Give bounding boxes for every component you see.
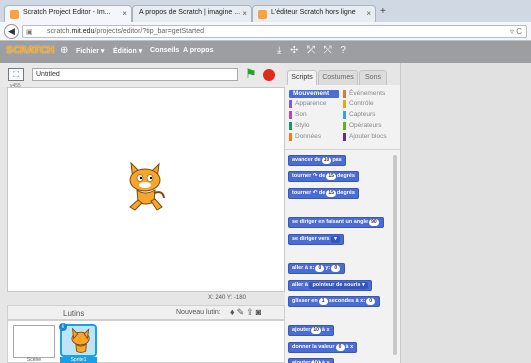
- stage-thumbnail[interactable]: [13, 325, 55, 358]
- new-sprite-icons[interactable]: ♦✎⇪◙: [230, 307, 263, 318]
- green-flag-icon[interactable]: ⚑: [245, 66, 257, 82]
- block-go-to[interactable]: aller à pointeur de souris ▾: [288, 280, 372, 291]
- block-turn-right[interactable]: tourner ↷ de 15 degrés: [288, 171, 359, 182]
- stage[interactable]: [7, 87, 285, 292]
- mouse-coordinates: X: 240 Y: -180: [208, 295, 246, 301]
- url-host: mit.edu: [71, 28, 95, 35]
- palette-scrollbar[interactable]: [393, 155, 397, 355]
- browser-toolbar: ◀ ▣ scratch.mit.edu/projects/editor/?tip…: [0, 22, 531, 41]
- stop-icon[interactable]: [263, 69, 275, 81]
- scratch-logo[interactable]: SCRATCH: [6, 45, 55, 56]
- tab-label: L'éditeur Scratch hors ligne: [271, 9, 356, 16]
- category-pen[interactable]: Stylo: [289, 122, 309, 130]
- url-prefix: scratch.: [47, 28, 72, 35]
- tab-sounds[interactable]: Sons: [359, 70, 387, 85]
- camera-icon[interactable]: ◙: [256, 307, 263, 317]
- address-bar[interactable]: ▣ scratch.mit.edu/projects/editor/?tip_b…: [22, 25, 527, 38]
- sprite-list: Scène i Sprite1: [7, 320, 285, 363]
- menu-edit[interactable]: Édition ▾: [113, 47, 142, 55]
- reload-icon[interactable]: ▿ C: [510, 26, 522, 37]
- category-more-blocks[interactable]: Ajouter blocs: [343, 133, 387, 141]
- stage-header: ⛶ v455 ⚑: [0, 63, 285, 89]
- scratch-cat-sprite[interactable]: [121, 160, 167, 212]
- new-sprite-label: Nouveau lutin:: [176, 309, 221, 316]
- scripts-area[interactable]: [400, 63, 531, 363]
- sprite-info-icon[interactable]: i: [59, 323, 67, 331]
- menu-about[interactable]: A propos: [183, 47, 213, 54]
- block-point-in-direction[interactable]: se diriger en faisant un angle 90: [288, 217, 384, 228]
- tab-costumes[interactable]: Costumes: [318, 70, 358, 85]
- block-move-steps[interactable]: avancer de 10 pas: [288, 155, 346, 166]
- block-palette: avancer de 10 pas tourner ↷ de 15 degrés tou…: [285, 150, 400, 363]
- block-change-y[interactable]: ajouter 10 à y: [288, 358, 334, 363]
- sprite1-label: Sprite1: [60, 357, 97, 363]
- sprites-title: Lutins: [63, 309, 85, 318]
- sprites-header: Lutins Nouveau lutin: ♦✎⇪◙: [7, 305, 285, 320]
- close-tab-icon[interactable]: ×: [366, 9, 371, 18]
- menu-file[interactable]: Fichier ▾: [76, 47, 104, 55]
- block-change-x[interactable]: ajouter 10 à x: [288, 325, 334, 336]
- tab-label: A propos de Scratch | imagine ...: [139, 9, 241, 16]
- close-tab-icon[interactable]: ×: [242, 9, 247, 18]
- tab-label: Scratch Project Editor - Im...: [23, 9, 111, 16]
- scratch-menubar: SCRATCH ⊕ Fichier ▾ Édition ▾ Conseils A…: [0, 41, 531, 63]
- category-sensing[interactable]: Capteurs: [343, 111, 375, 119]
- choose-sprite-icon[interactable]: ♦: [230, 307, 237, 317]
- block-categories: Mouvement Événements Apparence Contrôle …: [285, 85, 400, 150]
- browser-tab-offline-editor[interactable]: L'éditeur Scratch hors ligne ×: [252, 5, 376, 22]
- close-tab-icon[interactable]: ×: [122, 9, 127, 18]
- menu-tips[interactable]: Conseils: [150, 47, 179, 54]
- back-button[interactable]: ◀: [4, 24, 19, 39]
- site-info-icon[interactable]: ▣: [26, 27, 33, 38]
- paint-sprite-icon[interactable]: ✎: [237, 307, 247, 317]
- scratch-favicon-icon: [10, 10, 19, 19]
- sprite-thumbnail-cat-icon: [71, 327, 90, 353]
- upload-sprite-icon[interactable]: ⇪: [246, 307, 256, 317]
- category-operators[interactable]: Opérateurs: [343, 122, 382, 130]
- block-set-x[interactable]: donner la valeur 0 à x: [288, 342, 358, 353]
- category-events[interactable]: Événements: [343, 90, 385, 98]
- sprite-tools-icons[interactable]: ⤓ ✣ ⤱ ⤲ ?: [277, 45, 349, 56]
- browser-tab-about[interactable]: A propos de Scratch | imagine ... ×: [132, 5, 252, 22]
- block-go-to-xy[interactable]: aller à x: 0 y: 0: [288, 263, 346, 274]
- browser-tab-bar: Scratch Project Editor - Im... × A propo…: [0, 0, 531, 22]
- url-path: /projects/editor/?tip_bar=getStarted: [94, 28, 205, 35]
- category-control[interactable]: Contrôle: [343, 100, 374, 108]
- language-globe-icon[interactable]: ⊕: [60, 45, 68, 56]
- block-point-towards[interactable]: se diriger vers ▾: [288, 234, 344, 245]
- stage-thumbnail-label: Scène: [26, 357, 42, 363]
- project-title-input[interactable]: [32, 68, 238, 81]
- block-turn-left[interactable]: tourner ↶ de 15 degrés: [288, 188, 359, 199]
- category-looks[interactable]: Apparence: [289, 100, 326, 108]
- browser-tab-scratch-editor[interactable]: Scratch Project Editor - Im... ×: [4, 5, 132, 22]
- presentation-mode-icon[interactable]: ⛶: [8, 68, 24, 81]
- new-tab-button[interactable]: +: [380, 6, 386, 17]
- category-motion[interactable]: Mouvement: [289, 90, 339, 98]
- tab-scripts[interactable]: Scripts: [287, 70, 317, 85]
- block-glide[interactable]: glisser en 1 secondes à x: 0: [288, 296, 381, 307]
- editor-tabs: Scripts Costumes Sons: [285, 63, 400, 85]
- scratch-favicon-icon: [258, 10, 267, 19]
- category-sound[interactable]: Son: [289, 111, 307, 119]
- category-data[interactable]: Données: [289, 133, 321, 141]
